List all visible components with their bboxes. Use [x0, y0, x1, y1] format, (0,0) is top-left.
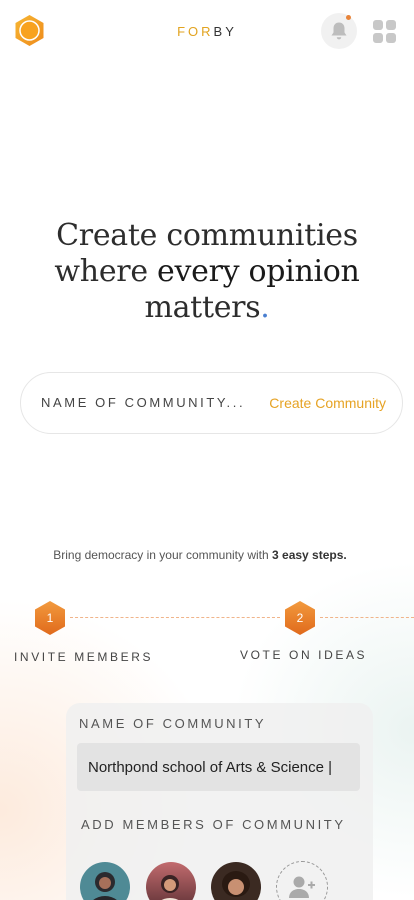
- hero-line2-b: every opinion: [157, 254, 360, 289]
- create-community-button[interactable]: Create Community: [269, 395, 386, 411]
- hero-line2-a: where: [54, 254, 148, 289]
- hero-line3-text: matters: [144, 290, 261, 325]
- member-avatar[interactable]: [80, 862, 130, 900]
- add-user-icon: [289, 876, 315, 898]
- grid-icon[interactable]: [373, 20, 396, 43]
- bell-icon: [331, 22, 347, 40]
- member-avatar[interactable]: [211, 862, 261, 900]
- steps-intro-text: Bring democracy in your community with: [53, 548, 273, 562]
- create-community-bar: Create Community: [20, 372, 403, 434]
- step-1-badge: 1: [34, 600, 66, 636]
- step-2-label: VOTE ON IDEAS: [240, 648, 368, 662]
- hero-line3: matters.: [0, 290, 414, 326]
- brand-part1: FOR: [177, 24, 214, 39]
- hero-line2: where every opinion: [0, 254, 414, 290]
- step-1-label: INVITE MEMBERS: [14, 650, 154, 664]
- add-members-label: ADD MEMBERS OF COMMUNITY: [81, 817, 346, 832]
- add-member-button[interactable]: [276, 861, 328, 900]
- hero-headline: Create communities where every opinion m…: [0, 218, 414, 326]
- step-connector-line: [320, 617, 414, 618]
- step-1-number: 1: [46, 611, 54, 625]
- avatar-image: [146, 862, 196, 900]
- community-name-label: NAME OF COMMUNITY: [79, 716, 267, 731]
- steps-intro-bold: 3 easy steps.: [272, 548, 347, 562]
- community-name-field[interactable]: Northpond school of Arts & Science |: [77, 743, 360, 791]
- community-name-input[interactable]: [41, 395, 251, 410]
- community-form-card: NAME OF COMMUNITY Northpond school of Ar…: [66, 703, 373, 900]
- step-2-number: 2: [296, 611, 304, 625]
- notification-dot: [346, 15, 351, 20]
- steps-intro: Bring democracy in your community with 3…: [0, 548, 400, 562]
- brand-part2: BY: [213, 24, 237, 39]
- hero-line3-dot: .: [260, 290, 270, 325]
- avatar-image: [80, 862, 130, 900]
- member-avatar[interactable]: [146, 862, 196, 900]
- step-connector-line: [70, 617, 280, 618]
- hero-line1: Create communities: [56, 218, 358, 253]
- step-2-badge: 2: [284, 600, 316, 636]
- avatar-image: [211, 862, 261, 900]
- notifications-button[interactable]: [321, 13, 357, 49]
